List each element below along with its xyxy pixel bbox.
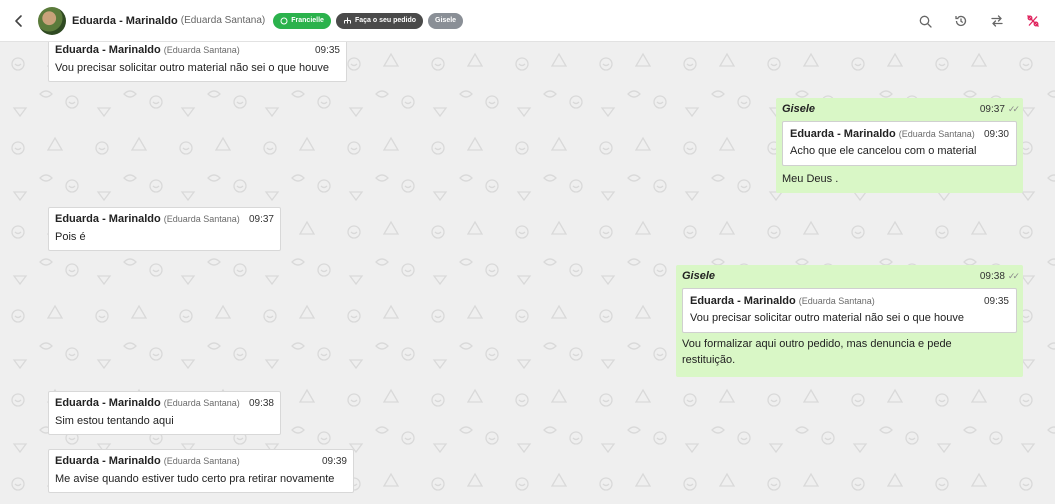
quoted-sender-sub: (Eduarda Santana)	[798, 296, 875, 306]
message-text: Vou formalizar aqui outro pedido, mas de…	[682, 336, 1017, 368]
message-incoming[interactable]: Eduarda - Marinaldo (Eduarda Santana) 09:…	[48, 391, 281, 435]
message-time: 09:35	[314, 45, 340, 56]
quoted-text: Vou precisar solicitar outro material nã…	[690, 312, 964, 324]
quoted-sender-sub: (Eduarda Santana)	[898, 129, 975, 139]
message-text: Meu Deus .	[782, 173, 839, 185]
tag-label: Gisele	[435, 17, 457, 24]
whatsapp-icon	[280, 17, 288, 24]
tag-francielle[interactable]: Francielle	[273, 12, 331, 29]
search-icon	[919, 15, 932, 28]
message-outgoing[interactable]: Gisele 09:38 ✓✓ Eduarda - Marinaldo (Eduar…	[676, 265, 1023, 377]
avatar[interactable]	[38, 6, 66, 35]
message-sender-sub: (Eduarda Santana)	[163, 214, 240, 224]
read-ticks-icon: ✓✓	[1007, 271, 1020, 281]
message-text: Vou precisar solicitar outro material nã…	[55, 62, 329, 74]
message-sender: Eduarda - Marinaldo	[55, 397, 161, 409]
history-icon	[955, 15, 967, 27]
chevron-left-icon	[15, 14, 22, 27]
message-time: 09:37	[979, 104, 1005, 115]
message-sender: Eduarda - Marinaldo	[55, 213, 161, 225]
tag-order[interactable]: Faça o seu pedido	[335, 12, 424, 29]
message-time: 09:38	[979, 271, 1005, 282]
quoted-time: 09:35	[983, 296, 1009, 307]
tag-label: Francielle	[291, 17, 324, 24]
quoted-sender: Eduarda - Marinaldo	[690, 295, 796, 307]
message-text: Me avise quando estiver tudo certo pra r…	[55, 473, 335, 485]
message-sender: Eduarda - Marinaldo	[55, 44, 161, 56]
message-incoming[interactable]: Eduarda - Marinaldo (Eduarda Santana) 09:…	[48, 449, 354, 493]
message-time: 09:39	[321, 456, 347, 467]
contact-name[interactable]: Eduarda - Marinaldo	[72, 15, 178, 27]
message-outgoing[interactable]: Gisele 09:37 ✓✓ Eduarda - Marinaldo (Eduar…	[776, 98, 1023, 193]
message-sender-sub: (Eduarda Santana)	[163, 398, 240, 408]
transfer-button[interactable]	[989, 13, 1005, 29]
history-button[interactable]	[953, 13, 969, 29]
quoted-message[interactable]: Eduarda - Marinaldo (Eduarda Santana) 09:…	[682, 288, 1017, 333]
percent-off-button[interactable]	[1025, 13, 1041, 29]
header-actions	[917, 0, 1041, 42]
message-incoming[interactable]: Eduarda - Marinaldo (Eduarda Santana) 09:…	[48, 207, 281, 251]
quoted-time: 09:30	[983, 129, 1009, 140]
transfer-icon	[991, 15, 1003, 27]
message-time: 09:37	[248, 214, 274, 225]
message-sender: Eduarda - Marinaldo	[55, 455, 161, 467]
message-incoming[interactable]: Eduarda - Marinaldo (Eduarda Santana) 09:…	[48, 38, 347, 82]
quoted-text: Acho que ele cancelou com o material	[790, 145, 977, 157]
message-sender-sub: (Eduarda Santana)	[163, 456, 240, 466]
message-sender: Gisele	[682, 270, 716, 282]
search-button[interactable]	[917, 13, 933, 29]
message-sender: Gisele	[782, 103, 816, 115]
read-ticks-icon: ✓✓	[1007, 104, 1020, 114]
message-text: Sim estou tentando aqui	[55, 415, 174, 427]
message-time: 09:38	[248, 398, 274, 409]
message-sender-sub: (Eduarda Santana)	[163, 45, 240, 55]
message-text-line: Vou formalizar aqui outro pedido, mas de…	[682, 338, 952, 350]
tag-label: Faça o seu pedido	[354, 17, 417, 24]
quoted-sender: Eduarda - Marinaldo	[790, 128, 896, 140]
back-button[interactable]	[0, 0, 38, 42]
percent-off-icon	[1027, 15, 1039, 27]
message-text: Pois é	[55, 231, 86, 243]
message-text-line: restituição.	[682, 354, 736, 366]
sitemap-icon	[343, 17, 351, 23]
tag-gisele[interactable]: Gisele	[428, 12, 464, 29]
quoted-message[interactable]: Eduarda - Marinaldo (Eduarda Santana) 09:…	[782, 121, 1017, 166]
contact-sub-name: (Eduarda Santana)	[180, 15, 266, 26]
chat-header: Eduarda - Marinaldo (Eduarda Santana) Fr…	[0, 0, 1055, 42]
